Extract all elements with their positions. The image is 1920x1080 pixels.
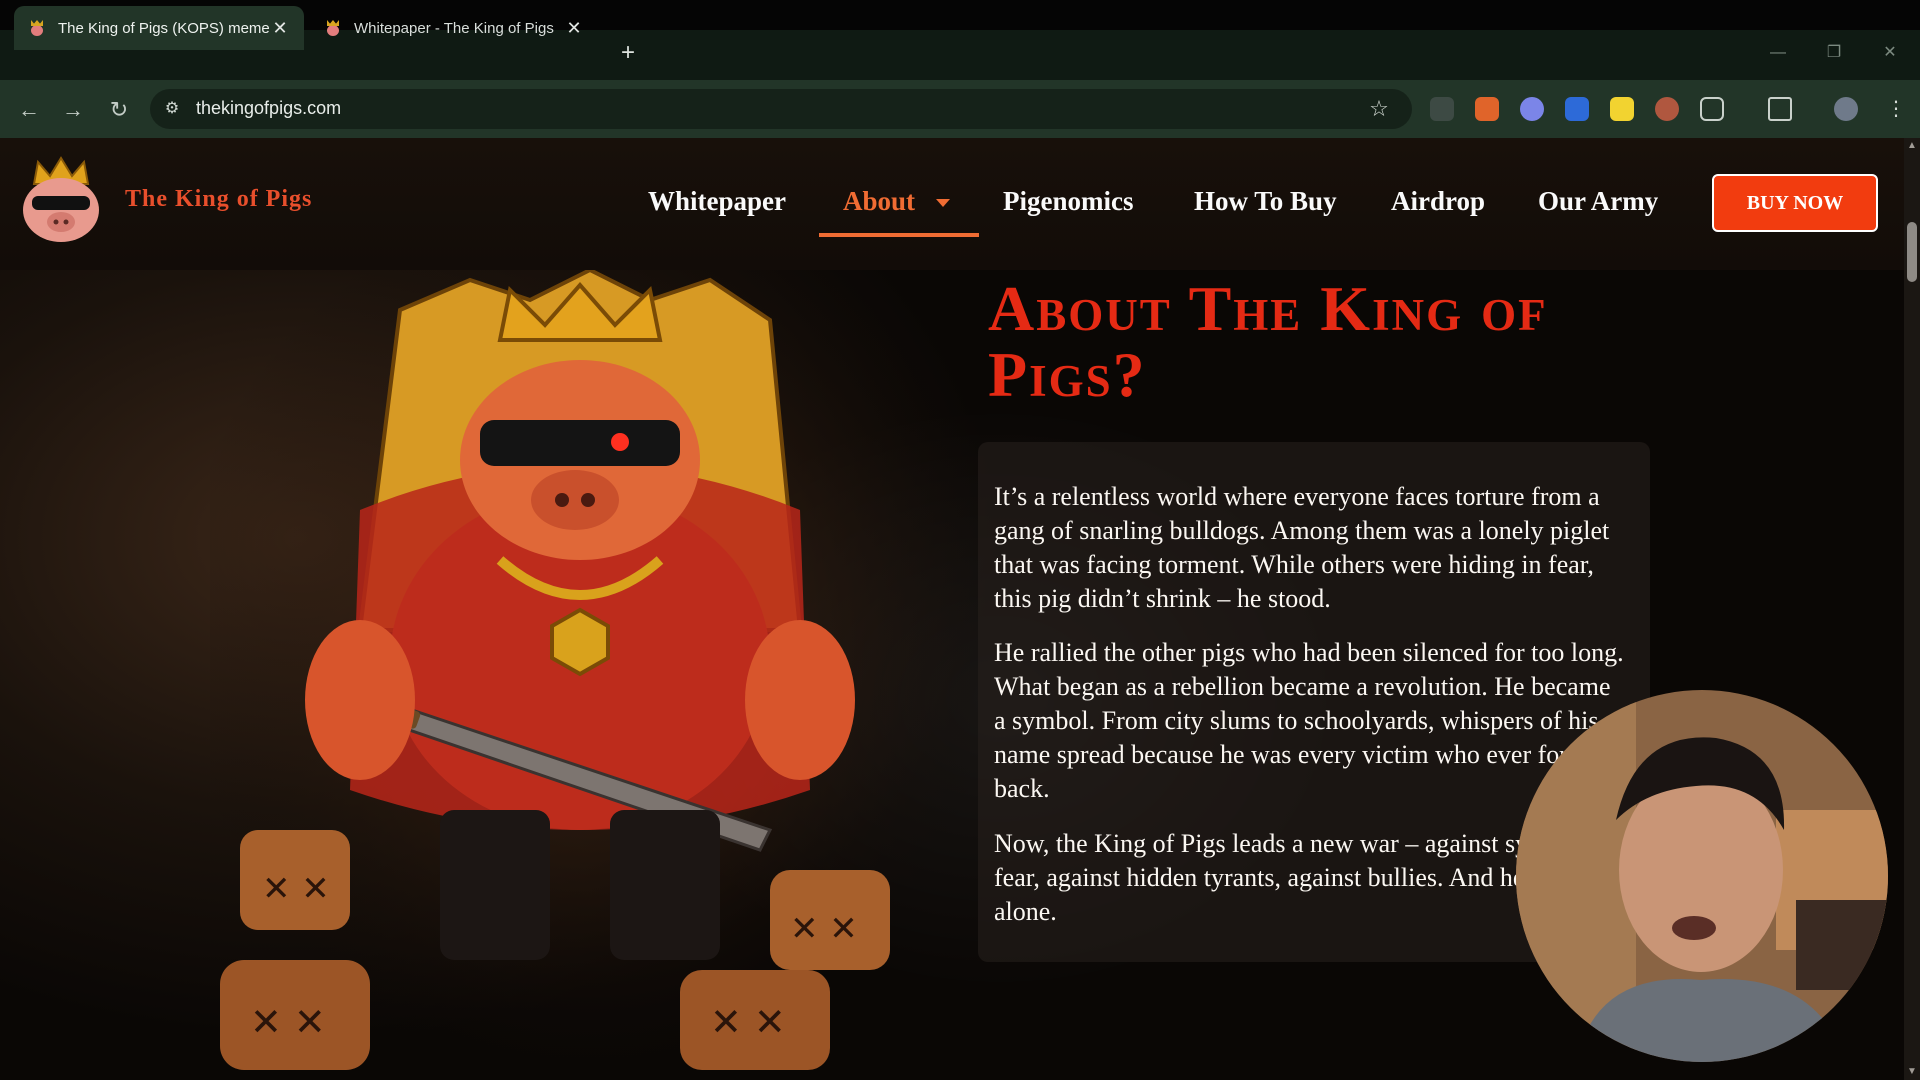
nav-how-to-buy[interactable]: How To Buy: [1194, 186, 1337, 217]
king-pig-hero-illustration: ✕ ✕ ✕ ✕ ✕ ✕ ✕ ✕: [210, 270, 970, 1080]
tab-kings-of-pigs[interactable]: The King of Pigs (KOPS) meme ✕: [14, 6, 304, 50]
cursor-extension-icon[interactable]: [1565, 97, 1589, 121]
tab-title: Whitepaper - The King of Pigs: [354, 19, 554, 37]
scroll-down-icon[interactable]: ▼: [1904, 1064, 1920, 1080]
svg-text:✕ ✕: ✕ ✕: [250, 1000, 326, 1044]
about-heading: About The King of Pigs?: [988, 273, 1548, 410]
puzzle-icon[interactable]: [1700, 97, 1724, 121]
pig-favicon-icon: [324, 19, 342, 37]
buy-now-button[interactable]: BUY NOW: [1712, 174, 1878, 232]
king-pig-logo[interactable]: [16, 154, 106, 246]
mask-extension-icon[interactable]: [1655, 97, 1679, 121]
close-tab-icon[interactable]: ✕: [564, 18, 584, 38]
pig-favicon-icon: [28, 19, 46, 37]
back-icon[interactable]: ←: [14, 95, 44, 125]
nav-airdrop[interactable]: Airdrop: [1391, 186, 1485, 217]
shield-extension-icon[interactable]: [1430, 97, 1454, 121]
s-extension-icon[interactable]: [1610, 97, 1634, 121]
svg-text:✕ ✕: ✕ ✕: [710, 1000, 786, 1044]
forward-icon[interactable]: →: [58, 95, 88, 125]
chevron-down-icon[interactable]: [936, 199, 950, 207]
active-nav-underline: [819, 233, 979, 237]
svg-text:✕ ✕: ✕ ✕: [262, 869, 330, 909]
minimize-icon[interactable]: —: [1758, 38, 1798, 68]
story-paragraph: He rallied the other pigs who had been s…: [994, 638, 1624, 803]
close-window-icon[interactable]: ✕: [1870, 38, 1910, 68]
reload-icon[interactable]: ↻: [104, 95, 134, 125]
profile-avatar[interactable]: [1834, 97, 1858, 121]
site-settings-icon[interactable]: ⚙: [160, 97, 184, 121]
tab-title: The King of Pigs (KOPS) meme: [58, 19, 270, 37]
nav-whitepaper[interactable]: Whitepaper: [648, 186, 786, 217]
bookmark-star-icon[interactable]: ☆: [1366, 96, 1392, 122]
brand-name[interactable]: The King of Pigs: [125, 186, 312, 213]
new-tab-button[interactable]: +: [614, 40, 642, 68]
story-paragraph: It’s a relentless world where everyone f…: [994, 482, 1610, 613]
url-text: thekingofpigs.com: [196, 98, 342, 118]
close-tab-icon[interactable]: ✕: [270, 18, 290, 38]
more-menu-icon[interactable]: ⋮: [1886, 97, 1906, 121]
svg-text:✕ ✕: ✕ ✕: [790, 909, 858, 949]
fox-extension-icon[interactable]: [1475, 97, 1499, 121]
presenter-webcam-overlay: [1516, 690, 1888, 1062]
scroll-up-icon[interactable]: ▲: [1904, 138, 1920, 154]
tab-whitepaper[interactable]: Whitepaper - The King of Pigs ✕: [310, 6, 598, 50]
ghost-extension-icon[interactable]: [1520, 97, 1544, 121]
nav-our-army[interactable]: Our Army: [1538, 186, 1658, 217]
cast-icon[interactable]: [1768, 97, 1792, 121]
scrollbar-thumb[interactable]: [1907, 222, 1917, 282]
nav-about[interactable]: About: [843, 186, 915, 217]
restore-icon[interactable]: ❐: [1814, 38, 1854, 68]
nav-pigenomics[interactable]: Pigenomics: [1003, 186, 1133, 217]
